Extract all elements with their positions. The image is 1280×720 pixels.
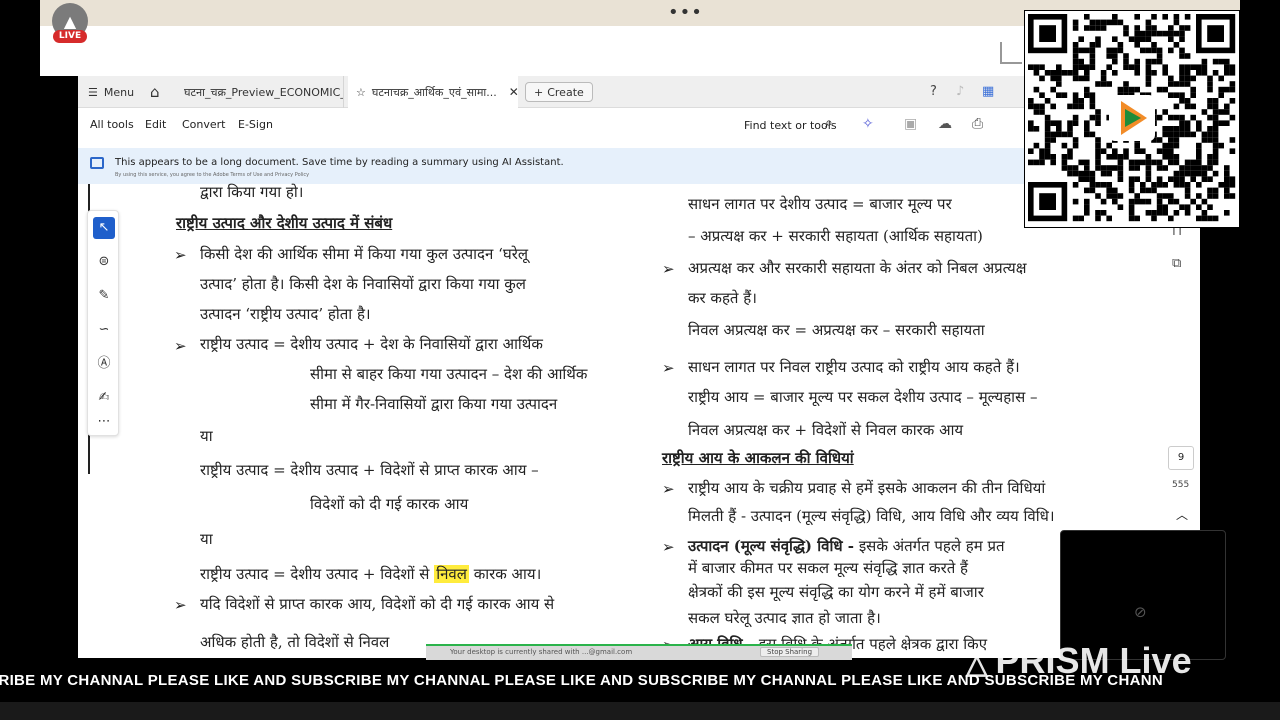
banner-message: This appears to be a long document. Save… — [115, 157, 564, 168]
draw-icon[interactable]: ∽ — [93, 319, 115, 341]
doc-text-line: उत्पादन (मूल्य संवृद्धि) विधि - इसके अंत… — [688, 536, 1005, 556]
home-icon[interactable]: ⌂ — [150, 76, 160, 108]
tab-label: घटनाचक्र_आर्थिक_एवं_सामा... — [371, 85, 497, 99]
all-tools-button[interactable]: All tools — [90, 118, 134, 131]
print-icon[interactable]: ⎙ — [972, 116, 983, 132]
sign-icon[interactable]: ✍ — [93, 387, 115, 409]
search-icon[interactable]: ⌕ — [825, 115, 833, 131]
more-dots-icon[interactable]: ••• — [668, 2, 703, 23]
bell-icon[interactable]: ♪ — [956, 84, 964, 99]
stop-sharing-button[interactable]: Stop Sharing — [760, 647, 820, 657]
doc-text: विदेशों को दी गई कारक आय — [310, 495, 469, 513]
logo-mark — [1121, 101, 1147, 135]
taskbar-strip — [0, 702, 1280, 720]
doc-text: राष्ट्रीय आय = बाजार मूल्य पर सकल देशीय … — [688, 388, 1038, 406]
upload-cloud-icon[interactable]: ☁ — [938, 116, 952, 132]
esign-button[interactable]: E-Sign — [238, 118, 273, 131]
menu-button[interactable]: ☰ Menu — [88, 76, 134, 108]
section-heading: राष्ट्रीय आय के आकलन की विधियां — [662, 449, 854, 467]
ai-assistant-icon[interactable]: ✧ — [862, 116, 874, 132]
doc-text: राष्ट्रीय उत्पाद = देशीय उत्पाद + विदेशो… — [200, 565, 435, 583]
doc-text: निवल अप्रत्यक्ष कर = अप्रत्यक्ष कर – सरक… — [688, 321, 985, 339]
help-icon[interactable]: ? — [930, 84, 937, 99]
apps-grid-icon[interactable]: ▦ — [982, 84, 994, 99]
doc-text: साधन लागत पर देशीय उत्पाद = बाजार मूल्य … — [688, 195, 952, 213]
chevron-up-icon[interactable]: ︿ — [1176, 506, 1188, 523]
doc-text: मिलती हैं - उत्पादन (मूल्य संवृद्धि) विध… — [688, 507, 1055, 525]
doc-text: द्वारा किया गया हो। — [200, 183, 304, 201]
doc-text: किसी देश की आर्थिक सीमा में किया गया कुल… — [200, 245, 529, 263]
doc-text: साधन लागत पर निवल राष्ट्रीय उत्पाद को रा… — [688, 358, 1020, 376]
plus-icon: + — [534, 85, 544, 99]
close-icon[interactable]: ✕ — [509, 85, 519, 99]
doc-text: क्षेत्रकों की इस मूल्य संवृद्धि का योग क… — [688, 583, 984, 601]
doc-text: अधिक होती है, तो विदेशों से निवल — [200, 633, 390, 651]
prism-text: PRISM Live — [995, 640, 1192, 681]
doc-text: में बाजार कीमत पर सकल मूल्य संवृद्धि ज्ञ… — [688, 559, 968, 577]
section-heading: राष्ट्रीय उत्पाद और देशीय उत्पाद में संब… — [176, 214, 393, 232]
live-badge: LIVE — [53, 30, 87, 43]
banner-terms[interactable]: By using this service, you agree to the … — [115, 172, 309, 178]
bullet-arrow-icon: ➢ — [662, 359, 675, 377]
convert-button[interactable]: Convert — [182, 118, 226, 131]
summary-icon — [90, 157, 104, 169]
doc-text: राष्ट्रीय उत्पाद = देशीय उत्पाद + देश के… — [200, 335, 543, 353]
qr-code — [1024, 10, 1240, 228]
current-page-input[interactable]: 9 — [1168, 446, 1194, 470]
share-status: Your desktop is currently shared with ..… — [450, 648, 633, 656]
find-text-label[interactable]: Find text or tools — [744, 119, 837, 132]
menu-label: Menu — [103, 85, 135, 99]
tab-label: घटना_चक्र_Preview_ECONOMIC_... — [184, 85, 344, 99]
save-icon[interactable]: ▣ — [904, 116, 917, 132]
create-button[interactable]: + Create — [525, 82, 593, 102]
annotation-toolbar: ↖ ⊜ ✎ ∽ Ⓐ ✍ ⋯ — [87, 210, 119, 436]
bullet-arrow-icon: ➢ — [662, 538, 675, 556]
bullet-arrow-icon: ➢ — [662, 480, 675, 498]
doc-text: यदि विदेशों से प्राप्त कारक आय, विदेशों … — [200, 595, 555, 613]
doc-text: सकल घरेलू उत्पाद ज्ञात हो जाता है। — [688, 609, 881, 627]
doc-text: उत्पाद’ होता है। किसी देश के निवासियों द… — [200, 275, 526, 293]
more-icon[interactable]: ⋯ — [93, 411, 115, 433]
total-pages: 555 — [1172, 480, 1190, 490]
create-label: Create — [547, 85, 584, 99]
doc-text: अप्रत्यक्ष कर और सरकारी सहायता के अंतर क… — [688, 259, 1027, 277]
select-cursor-icon[interactable]: ↖ — [93, 217, 115, 239]
edit-button[interactable]: Edit — [145, 118, 166, 131]
star-icon[interactable]: ☆ — [356, 86, 366, 99]
prism-live-watermark: △ PRISM Live — [966, 640, 1192, 682]
copy-icon[interactable]: ⧉ — [1172, 256, 1181, 271]
fullscreen-icon[interactable] — [1000, 42, 1022, 64]
doc-text: या — [200, 530, 213, 548]
bullet-arrow-icon: ➢ — [174, 246, 187, 264]
doc-text: कर कहते हैं। — [688, 289, 757, 307]
tab-document-2[interactable]: ☆ घटनाचक्र_आर्थिक_एवं_सामा... ✕ — [348, 76, 519, 108]
doc-text-line: राष्ट्रीय उत्पाद = देशीय उत्पाद + विदेशो… — [200, 564, 541, 584]
screen-share-bar: Your desktop is currently shared with ..… — [426, 644, 852, 660]
doc-text: राष्ट्रीय आय के चक्रीय प्रवाह से हमें इस… — [688, 479, 1046, 497]
doc-text: या — [200, 427, 213, 445]
doc-text: कारक आय। — [468, 565, 542, 583]
tab-document-1[interactable]: घटना_चक्र_Preview_ECONOMIC_... — [174, 76, 344, 108]
highlight-pen-icon[interactable]: ✎ — [93, 285, 115, 307]
bullet-arrow-icon: ➢ — [174, 337, 187, 355]
doc-text: – अप्रत्यक्ष कर + सरकारी सहायता (आर्थिक … — [688, 227, 983, 245]
highlighted-word[interactable]: निवल — [434, 565, 469, 583]
bullet-arrow-icon: ➢ — [174, 596, 187, 614]
camera-off-icon: ⊘ — [1134, 603, 1147, 621]
document-viewport[interactable]: द्वारा किया गया हो। राष्ट्रीय उत्पाद और … — [78, 183, 1200, 658]
doc-text: सीमा से बाहर किया गया उत्पादन – देश की आ… — [310, 365, 588, 383]
prism-triangle-icon: △ — [966, 648, 988, 679]
doc-text: सीमा में गैर-निवासियों द्वारा किया गया उ… — [310, 395, 558, 413]
doc-text: उत्पादन ‘राष्ट्रीय उत्पाद’ होता है। — [200, 305, 371, 323]
bullet-arrow-icon: ➢ — [662, 260, 675, 278]
screen: ••• ▲ LIVE ☰ Menu ⌂ घटना_चक्र_Preview_EC… — [0, 0, 1280, 720]
doc-bold-text: उत्पादन (मूल्य संवृद्धि) विधि - — [688, 537, 855, 555]
doc-text: इसके अंतर्गत पहले हम प्रत — [854, 537, 1005, 555]
hamburger-icon: ☰ — [88, 85, 98, 99]
doc-text: राष्ट्रीय उत्पाद = देशीय उत्पाद + विदेशो… — [200, 461, 539, 479]
text-box-icon[interactable]: Ⓐ — [93, 353, 115, 375]
doc-text: निवल अप्रत्यक्ष कर + विदेशों से निवल कार… — [688, 421, 964, 439]
qr-logo-icon — [1109, 95, 1155, 141]
comment-icon[interactable]: ⊜ — [93, 251, 115, 273]
